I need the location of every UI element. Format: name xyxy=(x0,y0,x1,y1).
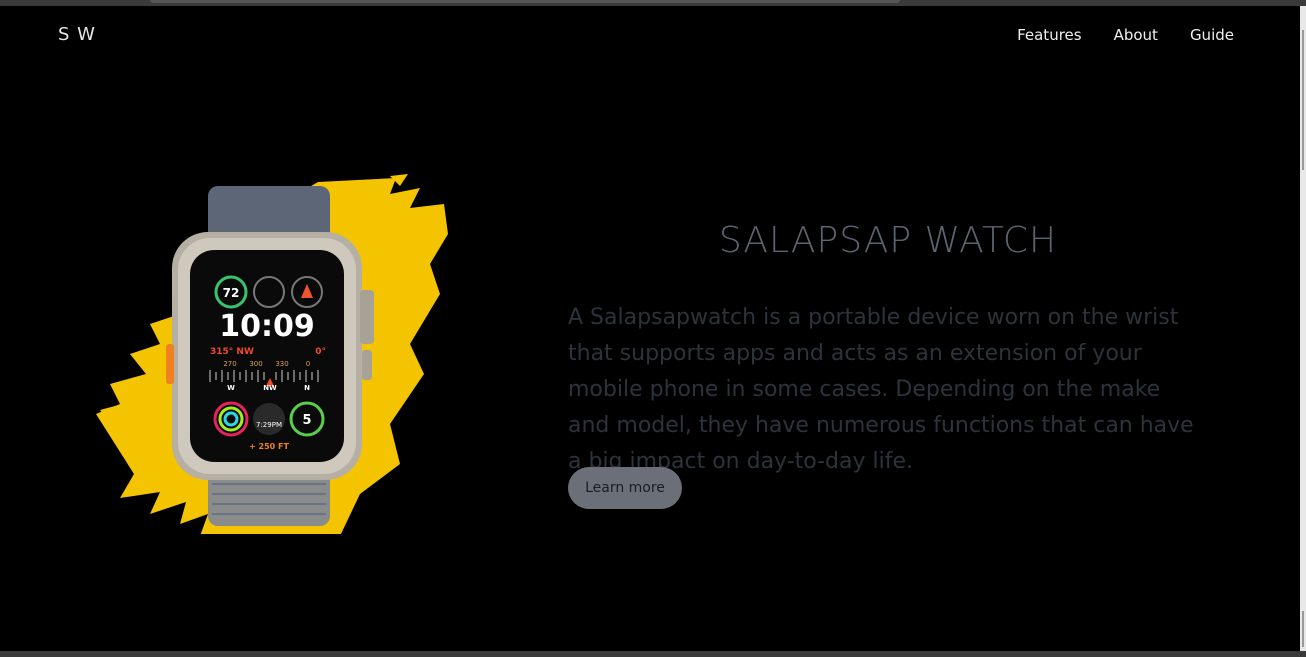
nav-link-features[interactable]: Features xyxy=(1017,26,1082,44)
badge-value: 5 xyxy=(302,413,311,428)
hero-title: SALAPSAP WATCH xyxy=(718,220,1058,262)
compass-n: N xyxy=(304,384,310,392)
scrollbar-thumb[interactable] xyxy=(1302,30,1304,170)
heading-text: 315° NW xyxy=(210,347,254,357)
scale-270: 270 xyxy=(223,360,236,368)
hero-description: A Salapsapwatch is a portable device wor… xyxy=(568,305,1194,474)
page: S W Features About Guide 72 10:09 315° N… xyxy=(0,6,1300,651)
nav-link-about[interactable]: About xyxy=(1114,26,1158,44)
scale-0: 0 xyxy=(306,360,310,368)
learn-more-button[interactable]: Learn more xyxy=(568,467,682,509)
watch-time: 10:09 xyxy=(219,309,315,344)
scale-300: 300 xyxy=(249,360,262,368)
scrollbar[interactable] xyxy=(1300,6,1306,651)
compass-w: W xyxy=(227,384,235,392)
watch-illustration: 72 10:09 315° NW 0° 270 300 330 0 W NW N… xyxy=(96,174,448,536)
elevation-text: + 250 FT xyxy=(249,442,289,451)
browser-top-indicator xyxy=(150,0,900,3)
scrollbar-thumb-lower xyxy=(1302,611,1304,647)
hero-watch-image: 72 10:09 315° NW 0° 270 300 330 0 W NW N… xyxy=(90,174,450,536)
main-nav: Features About Guide xyxy=(1017,26,1234,44)
brand-logo[interactable]: S W xyxy=(58,24,96,45)
degree-text: 0° xyxy=(315,347,326,357)
nav-link-guide[interactable]: Guide xyxy=(1190,26,1234,44)
ring-value-text: 72 xyxy=(223,286,240,300)
compass-nw: NW xyxy=(263,384,277,392)
small-time: 7:29PM xyxy=(256,421,282,429)
scale-330: 330 xyxy=(275,360,288,368)
